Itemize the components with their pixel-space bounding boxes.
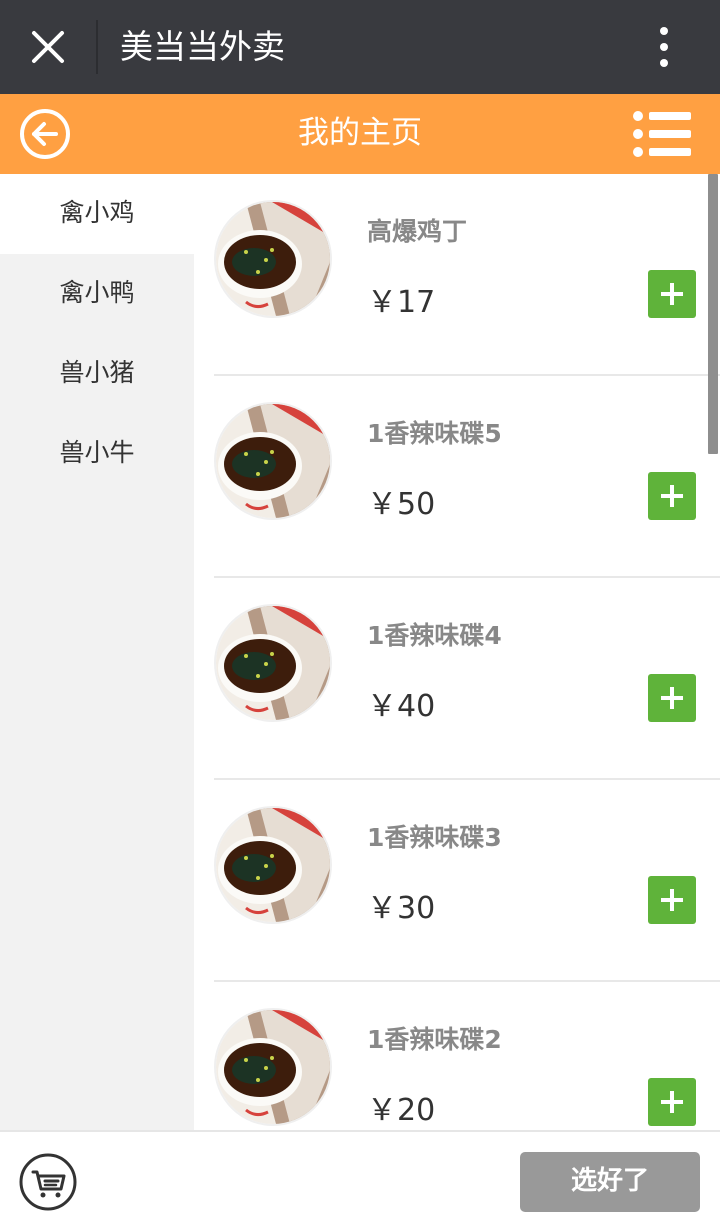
product-list[interactable]: 高爆鸡丁 ￥17 1香辣味碟5 ￥50 1香辣味碟4 ￥40 1香辣味碟3 ￥3… [194,174,720,1130]
product-price: ￥17 [367,285,436,320]
list-item: 1香辣味碟4 ￥40 [214,578,720,780]
more-vertical-icon[interactable] [648,24,680,70]
product-name: 高爆鸡丁 [367,217,468,246]
footer-bar: 选好了 [0,1130,720,1228]
confirm-selection-button[interactable]: 选好了 [520,1152,700,1212]
wechat-title-bar: 美当当外卖 [0,0,720,94]
product-name: 1香辣味碟2 [367,1025,502,1054]
category-item-chicken[interactable]: 禽小鸡 [0,174,194,254]
food-bowl-image [214,806,332,924]
add-to-cart-button[interactable] [648,876,696,924]
product-price: ￥20 [367,1093,436,1128]
app-header: 我的主页 [0,94,720,174]
list-item: 高爆鸡丁 ￥17 [214,174,720,376]
product-name: 1香辣味碟3 [367,823,502,852]
add-to-cart-button[interactable] [648,674,696,722]
list-item: 1香辣味碟3 ￥30 [214,780,720,982]
title-separator [96,20,98,74]
add-to-cart-button[interactable] [648,472,696,520]
wechat-page-title: 美当当外卖 [120,27,285,66]
page-title: 我的主页 [298,115,422,151]
category-item-cow[interactable]: 兽小牛 [0,414,194,494]
add-to-cart-button[interactable] [648,270,696,318]
product-name: 1香辣味碟5 [367,419,502,448]
list-item: 1香辣味碟5 ￥50 [214,376,720,578]
cart-icon[interactable] [18,1152,78,1212]
product-price: ￥50 [367,487,436,522]
product-price: ￥40 [367,689,436,724]
product-price: ￥30 [367,891,436,926]
food-bowl-image [214,200,332,318]
list-menu-icon[interactable] [630,107,694,161]
category-sidebar: 禽小鸡 禽小鸭 兽小猪 兽小牛 [0,174,194,1130]
category-item-pig[interactable]: 兽小猪 [0,334,194,414]
food-bowl-image [214,1008,332,1126]
category-item-duck[interactable]: 禽小鸭 [0,254,194,334]
food-bowl-image [214,402,332,520]
list-scrollbar[interactable] [708,174,718,454]
product-name: 1香辣味碟4 [367,621,502,650]
close-icon[interactable] [22,22,74,72]
list-item: 1香辣味碟2 ￥20 [214,982,720,1130]
add-to-cart-button[interactable] [648,1078,696,1126]
food-bowl-image [214,604,332,722]
back-arrow-icon[interactable] [18,107,72,161]
